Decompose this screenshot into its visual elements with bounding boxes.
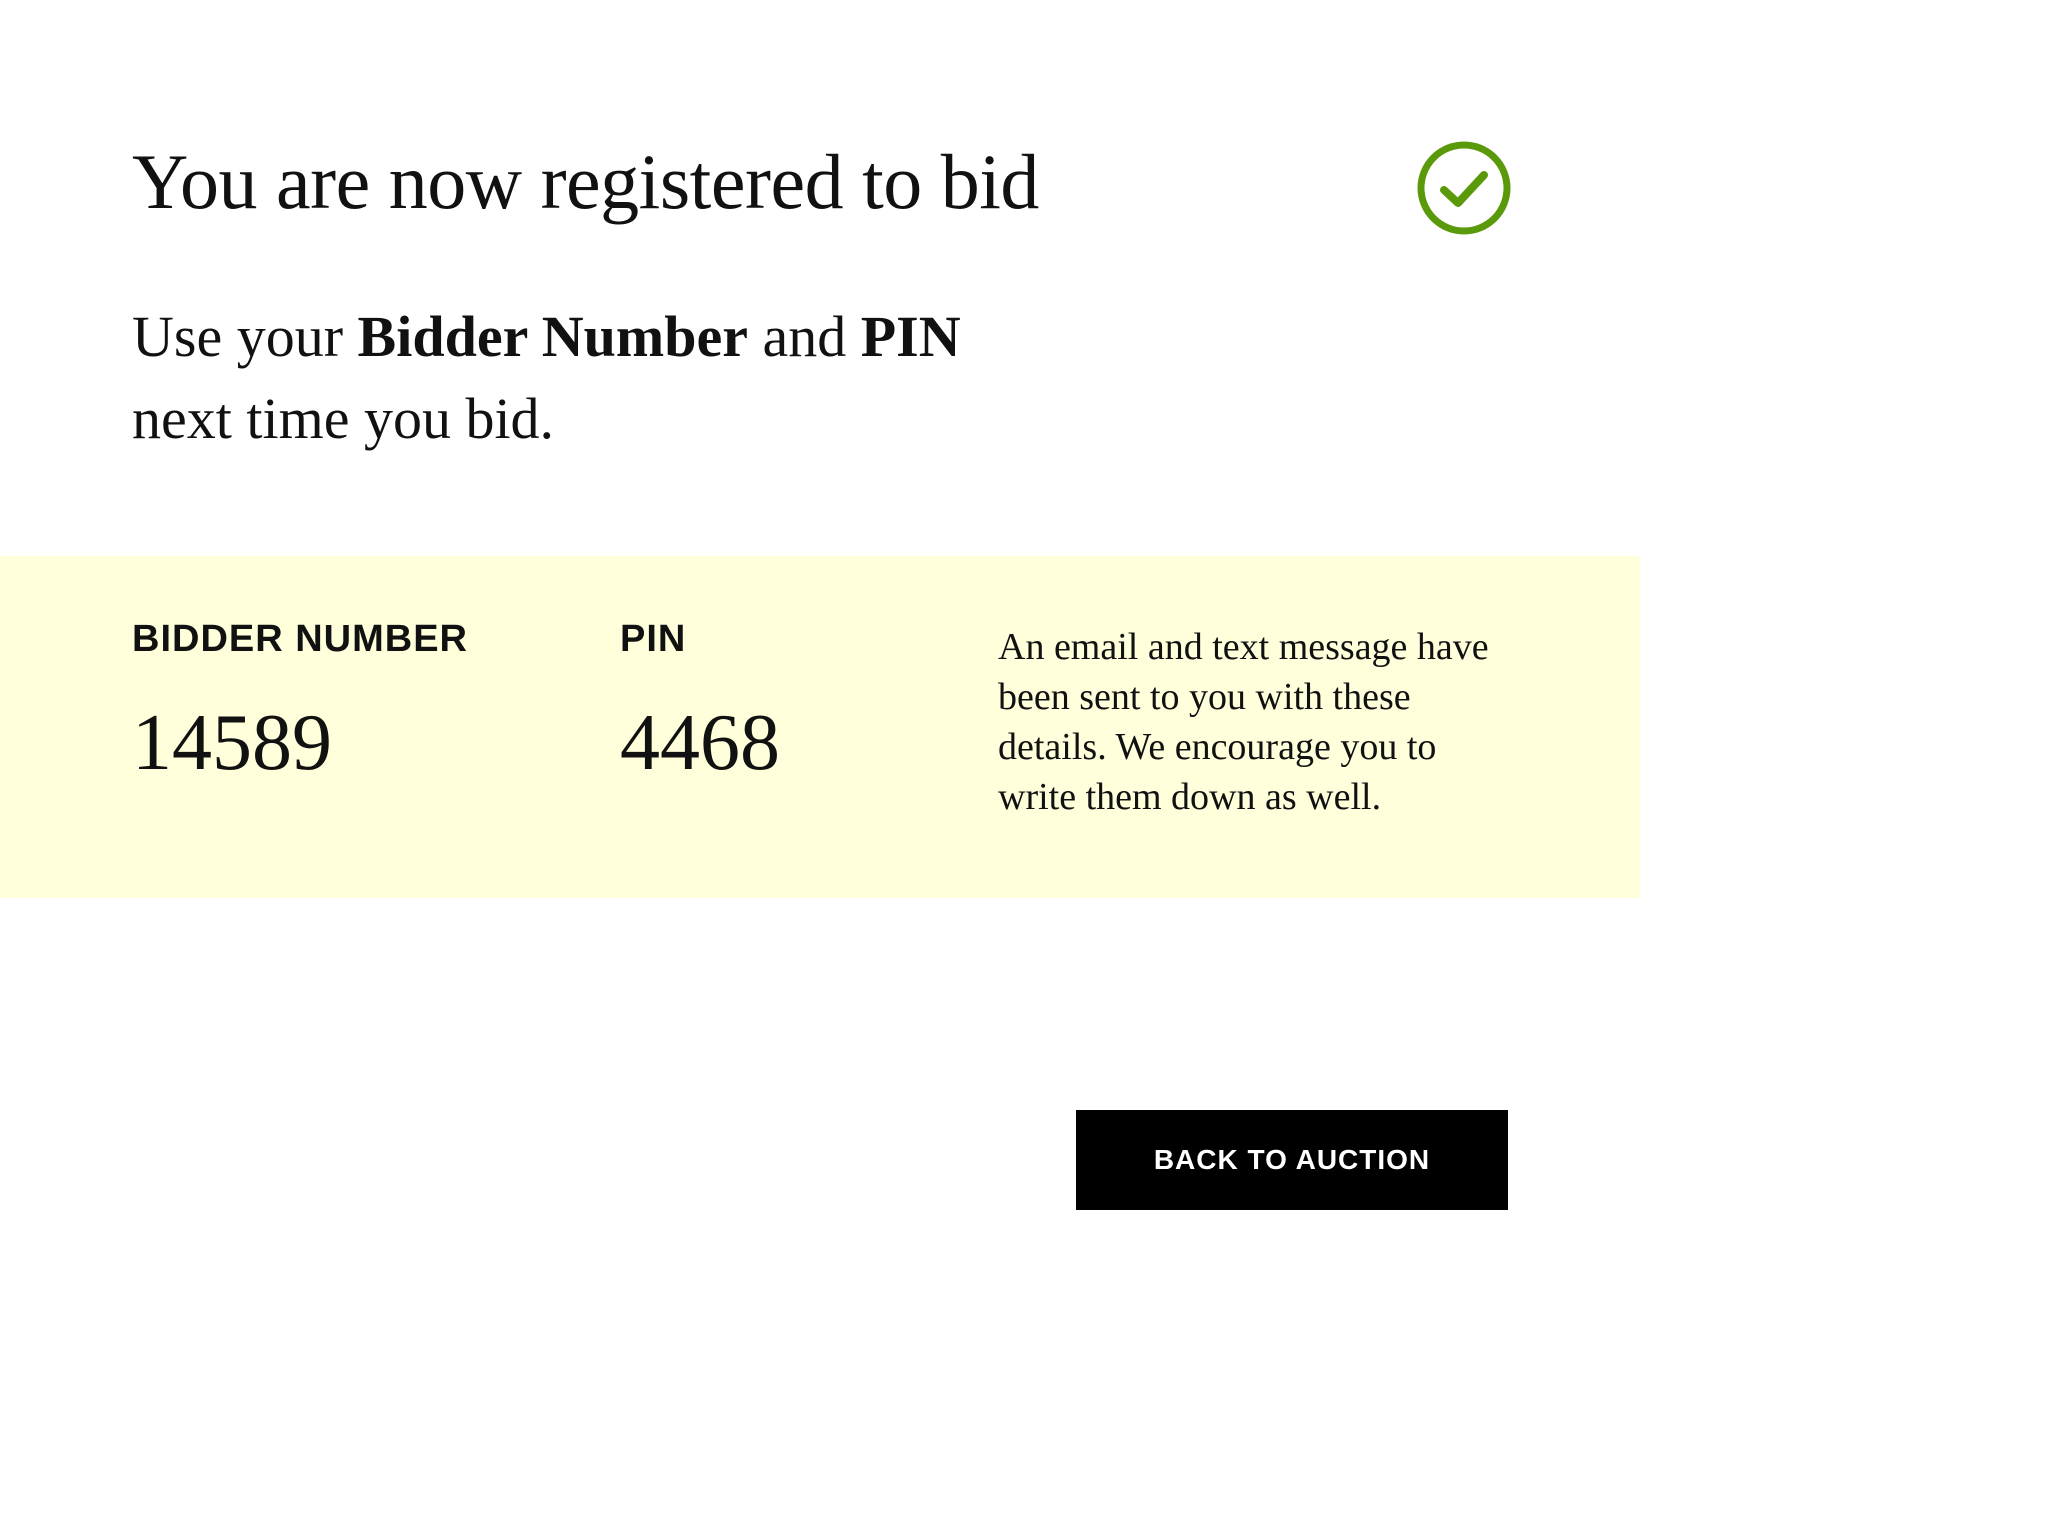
page-title: You are now registered to bid (132, 138, 1039, 225)
bidder-number-value: 14589 (132, 699, 332, 787)
pin-label: PIN (620, 618, 687, 660)
intro-suffix: next time you bid. (132, 386, 555, 451)
pin-term: PIN (860, 304, 961, 369)
bidder-number-label: BIDDER NUMBER (132, 618, 468, 660)
intro-prefix: Use your (132, 304, 358, 369)
notification-message: An email and text message have been sent… (998, 626, 1489, 818)
bidder-number-term: Bidder Number (357, 304, 748, 369)
bidder-details-panel: BIDDER NUMBER 14589 PIN 4468 An email an… (0, 556, 1640, 898)
back-to-auction-button[interactable]: BACK TO AUCTION (1076, 1110, 1508, 1210)
pin-value: 4468 (620, 699, 780, 787)
registration-instructions: Use your Bidder Number and PIN next time … (132, 296, 1032, 460)
check-circle-icon (1417, 141, 1511, 235)
intro-middle: and (747, 304, 861, 369)
